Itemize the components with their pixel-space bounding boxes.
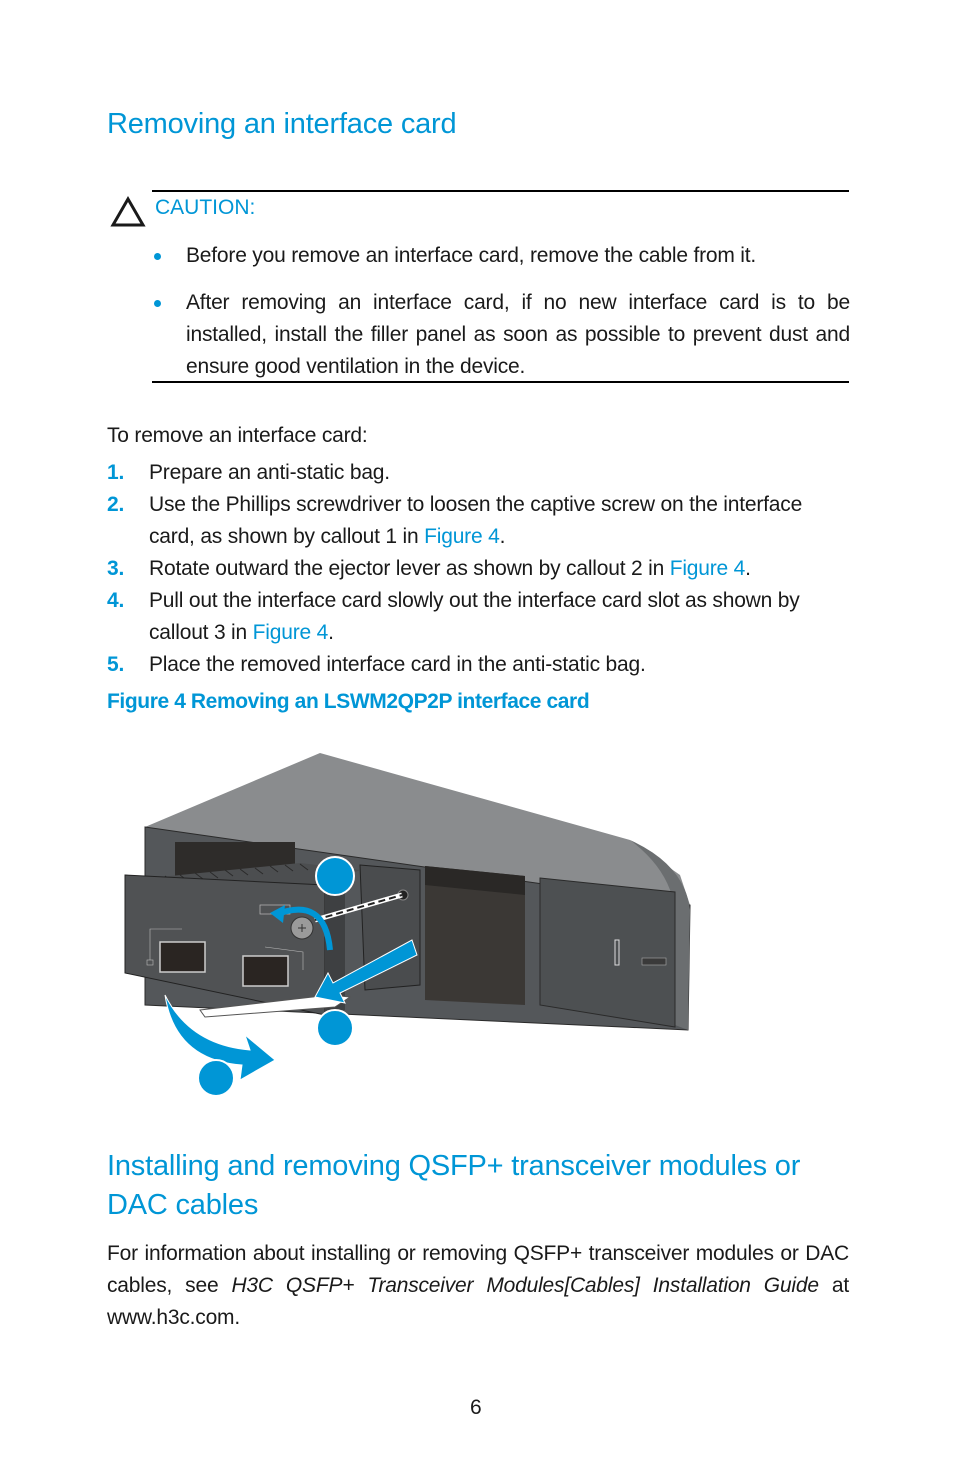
caution-bullet-text: Before you remove an interface card, rem… — [186, 244, 757, 267]
caution-top-rule — [152, 190, 849, 192]
step-text-end: . — [499, 525, 506, 548]
procedure-step: 2. Use the Phillips screwdriver to loose… — [107, 489, 857, 553]
step-text-end: . — [745, 557, 751, 580]
step-text: Pull out the interface card slowly out t… — [149, 589, 800, 644]
step-text-wrapper: Rotate outward the ejector lever as show… — [149, 553, 849, 585]
caution-bullet: Before you remove an interface card, rem… — [152, 240, 852, 272]
step-number: 5. — [107, 653, 125, 676]
figure-4-link[interactable]: Figure 4 — [424, 525, 500, 548]
caution-bullet: After removing an interface card, if no … — [152, 287, 852, 383]
caution-bullet-text: After removing an interface card, if no … — [186, 291, 850, 378]
step-text-end: . — [328, 621, 334, 644]
step-text: Rotate outward the ejector lever as show… — [149, 557, 670, 580]
step-text: Prepare an anti-static bag. — [149, 461, 390, 484]
procedure-intro: To remove an interface card: — [107, 424, 368, 447]
step-text-wrapper: Pull out the interface card slowly out t… — [149, 585, 849, 649]
section-title-qsfp: Installing and removing QSFP+ transceive… — [107, 1150, 801, 1182]
figure-illustration — [120, 745, 700, 1100]
step-number: 3. — [107, 557, 125, 580]
qsfp-reference-paragraph: For information about installing or remo… — [107, 1238, 849, 1334]
bullet-icon — [154, 253, 161, 260]
procedure-step: 4. Pull out the interface card slowly ou… — [107, 585, 857, 649]
caution-bottom-rule — [152, 381, 849, 383]
guide-title: H3C QSFP+ Transceiver Modules[Cables] In… — [231, 1274, 819, 1297]
step-number: 4. — [107, 589, 125, 612]
step-number: 2. — [107, 493, 125, 516]
callout-2-circle — [197, 1059, 235, 1097]
bullet-icon — [154, 300, 161, 307]
filler-panel — [539, 877, 676, 1028]
qsfp-port-1 — [159, 941, 206, 973]
step-text: Place the removed interface card in the … — [149, 653, 646, 676]
caution-label: CAUTION: — [155, 196, 256, 219]
qsfp-port-2 — [242, 955, 289, 987]
figure-4-link[interactable]: Figure 4 — [670, 557, 746, 580]
figure-4-link[interactable]: Figure 4 — [253, 621, 329, 644]
section-title-qsfp-line2: DAC cables — [107, 1189, 259, 1221]
callout-1-circle — [315, 856, 355, 896]
step-number: 1. — [107, 461, 125, 484]
page-number: 6 — [470, 1396, 482, 1419]
warning-triangle-icon — [110, 195, 146, 228]
figure-caption: Figure 4 Removing an LSWM2QP2P interface… — [107, 690, 590, 713]
callout-3-circle — [316, 1009, 354, 1047]
step-text-wrapper: Use the Phillips screwdriver to loosen t… — [149, 489, 849, 553]
section-title-removing-card: Removing an interface card — [107, 108, 457, 140]
